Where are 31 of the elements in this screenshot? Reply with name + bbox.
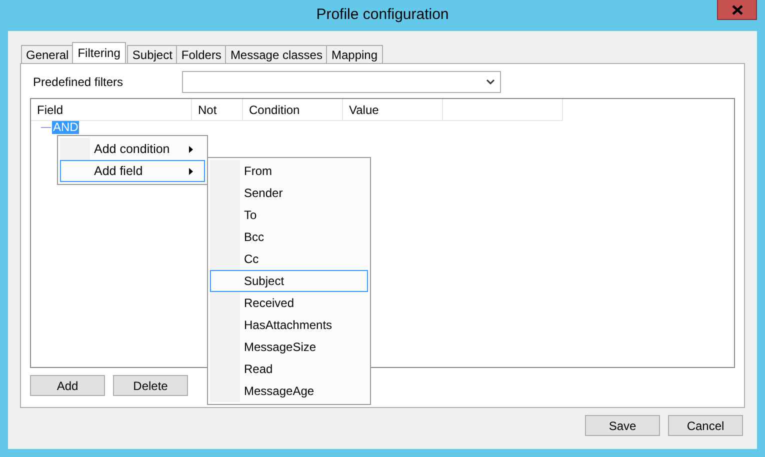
add-button[interactable]: Add — [30, 375, 105, 396]
menu-item[interactable]: Cc — [210, 248, 368, 270]
tab[interactable]: Message classes — [225, 45, 328, 63]
delete-button[interactable]: Delete — [113, 375, 188, 396]
column-header[interactable]: Not — [192, 99, 243, 121]
predefined-filters-label: Predefined filters — [32, 75, 124, 89]
menu-item[interactable]: Received — [210, 292, 368, 314]
tab[interactable]: Mapping — [326, 45, 383, 63]
menu-item[interactable]: From — [210, 160, 368, 182]
chevron-down-icon — [486, 79, 495, 85]
tab[interactable]: General — [21, 45, 74, 63]
menu-item[interactable]: HasAttachments — [210, 314, 368, 336]
menu-item[interactable]: Read — [210, 358, 368, 380]
menu-item[interactable]: MessageSize — [210, 336, 368, 358]
close-icon — [732, 4, 742, 14]
tab[interactable]: Filtering — [72, 42, 126, 63]
window-title: Profile configuration — [316, 6, 449, 23]
menu-item[interactable]: Subject — [210, 270, 368, 292]
close-button[interactable] — [717, 0, 757, 20]
column-header[interactable]: Condition — [243, 99, 343, 121]
menu-item[interactable]: Add condition — [60, 138, 205, 160]
tree-line — [41, 127, 51, 128]
column-header[interactable]: Value — [343, 99, 443, 121]
menu-item[interactable]: Sender — [210, 182, 368, 204]
cancel-button[interactable]: Cancel — [668, 415, 743, 436]
tab[interactable]: Subject — [127, 45, 178, 63]
save-button[interactable]: Save — [585, 415, 660, 436]
menu-item[interactable]: Bcc — [210, 226, 368, 248]
menu-item[interactable]: MessageAge — [210, 380, 368, 402]
menu-item[interactable]: To — [210, 204, 368, 226]
menu-item[interactable]: Add field — [60, 160, 205, 182]
